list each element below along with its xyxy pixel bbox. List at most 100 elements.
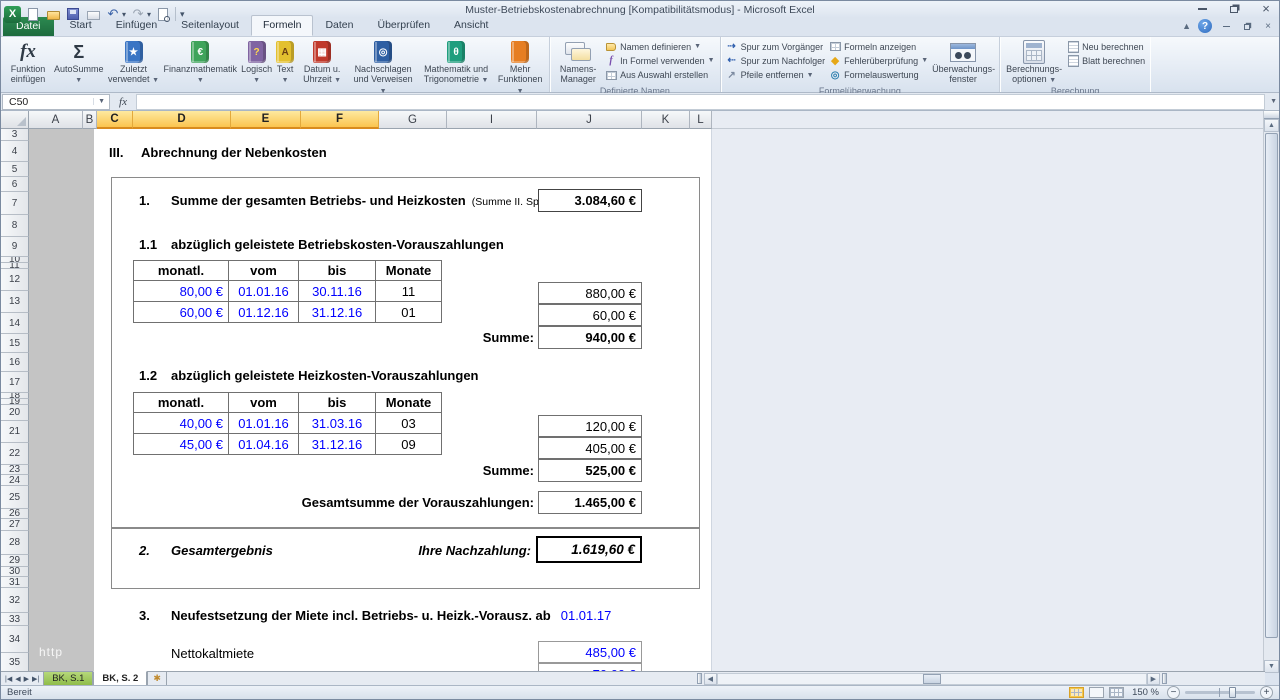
name-box-dropdown-arrow[interactable]: ▼ [93, 98, 109, 105]
lookup-reference-button[interactable]: ◎ Nachschlagen und Verweisen ▼ [348, 38, 418, 96]
tab-ueberpruefen[interactable]: Überprüfen [366, 15, 443, 36]
expand-formula-bar-icon[interactable]: ▼ [1270, 98, 1277, 105]
column-header-I[interactable]: I [447, 111, 537, 129]
horizontal-scrollbar[interactable]: ◀ ▶ [704, 672, 1160, 685]
row-header-6[interactable]: 6 [1, 177, 29, 192]
use-in-formula-button[interactable]: fIn Formel verwenden▼ [603, 54, 716, 67]
row-header-12[interactable]: 12 [1, 269, 29, 291]
row-header-22[interactable]: 22 [1, 443, 29, 465]
restore-button[interactable] [1225, 3, 1243, 14]
date-time-button[interactable]: ▦ Datum u. Uhrzeit ▼ [296, 38, 348, 96]
zoom-out-button[interactable]: − [1167, 686, 1180, 699]
row-header-15[interactable]: 15 [1, 334, 29, 353]
excel-logo-icon[interactable]: X [4, 6, 21, 23]
more-functions-button[interactable]: Mehr Funktionen ▼ [494, 38, 546, 96]
column-header-K[interactable]: K [642, 111, 690, 129]
trace-dependents-button[interactable]: ⇠Spur zum Nachfolger [724, 54, 828, 67]
workbook-close-icon[interactable]: × [1261, 21, 1275, 32]
undo-icon[interactable]: ↶ [105, 6, 121, 22]
row-header-14[interactable]: 14 [1, 313, 29, 334]
calculate-now-button[interactable]: Neu berechnen [1065, 40, 1147, 53]
row-header-31[interactable]: 31 [1, 577, 29, 588]
normal-view-button[interactable] [1069, 687, 1084, 698]
error-checking-button[interactable]: ◆Fehlerüberprüfung▼ [827, 54, 930, 67]
row-header-33[interactable]: 33 [1, 613, 29, 626]
row-header-21[interactable]: 21 [1, 421, 29, 443]
text-button[interactable]: A Text▼ [274, 38, 296, 96]
sheet-tab-bk-s2[interactable]: BK, S. 2 [93, 671, 147, 685]
minimize-button[interactable] [1193, 3, 1211, 14]
show-formulas-button[interactable]: Formeln anzeigen [827, 40, 930, 53]
workbook-minimize-icon[interactable] [1219, 21, 1233, 32]
new-rent-date[interactable]: 01.01.17 [561, 608, 612, 623]
row-header-32[interactable]: 32 [1, 588, 29, 613]
open-folder-icon[interactable] [45, 6, 61, 22]
row-header-28[interactable]: 28 [1, 531, 29, 555]
previous-sheet-button[interactable]: ◀ [15, 675, 20, 683]
column-header-C[interactable]: C [97, 111, 133, 129]
save-icon[interactable] [65, 6, 81, 22]
insert-function-fx-button[interactable]: fx [110, 96, 136, 108]
vertical-scrollbar[interactable]: ▲ ▼ [1263, 111, 1279, 673]
math-trig-button[interactable]: θ Mathematik und Trigonometrie ▼ [418, 38, 494, 96]
sheet-canvas[interactable]: http III. Abrechnung der Nebenkosten 1. … [29, 129, 1265, 673]
sheet-tab-bk-s1[interactable]: BK, S.1 [43, 672, 93, 685]
total-prepayments-value[interactable]: 1.465,00 € [538, 491, 642, 514]
evaluate-formula-button[interactable]: ◎Formelauswertung [827, 69, 930, 82]
column-header-B[interactable]: B [83, 111, 97, 129]
zoom-slider[interactable] [1185, 691, 1255, 694]
name-box[interactable]: C50 ▼ [2, 94, 110, 110]
redo-icon[interactable]: ↷ [130, 6, 146, 22]
row-header-35[interactable]: 35 [1, 653, 29, 672]
insert-function-button[interactable]: fx Funktion einfügen [4, 38, 52, 96]
row-header-8[interactable]: 8 [1, 215, 29, 237]
amount-cell[interactable]: 405,00 € [538, 437, 642, 459]
amount-cell[interactable]: 120,00 € [538, 415, 642, 437]
result-value[interactable]: 1.619,60 € [536, 536, 642, 563]
column-header-D[interactable]: D [133, 111, 231, 129]
print-preview-icon[interactable] [155, 6, 171, 22]
scroll-up-arrow[interactable]: ▲ [1264, 119, 1279, 132]
scrollbar-splitter[interactable] [1162, 673, 1167, 684]
row-header-4[interactable]: 4 [1, 141, 29, 162]
column-header-J[interactable]: J [537, 111, 642, 129]
workbook-restore-icon[interactable] [1240, 21, 1254, 32]
row-header-9[interactable]: 9 [1, 237, 29, 257]
name-manager-button[interactable]: Namens-Manager [553, 38, 603, 85]
close-button[interactable]: × [1257, 3, 1275, 14]
autosum-button[interactable]: Σ AutoSumme▼ [52, 38, 106, 96]
financial-button[interactable]: € Finanzmathematik▼ [162, 38, 240, 96]
column-header-A[interactable]: A [29, 111, 83, 129]
scroll-down-arrow[interactable]: ▼ [1264, 660, 1279, 673]
mail-icon[interactable] [85, 6, 101, 22]
rent-value[interactable]: 485,00 € [538, 641, 642, 663]
amount-cell[interactable]: 60,00 € [538, 304, 642, 326]
row-header-30[interactable]: 30 [1, 567, 29, 577]
vertical-scroll-thumb[interactable] [1265, 133, 1278, 638]
horizontal-scroll-thumb[interactable] [923, 674, 941, 684]
row-header-3[interactable]: 3 [1, 129, 29, 141]
formula-input[interactable] [136, 94, 1265, 110]
last-sheet-button[interactable]: ▶| [32, 675, 39, 683]
recently-used-button[interactable]: ★ Zuletzt verwendet ▼ [106, 38, 162, 96]
new-document-icon[interactable] [25, 6, 41, 22]
trace-precedents-button[interactable]: ⇢Spur zum Vorgänger [724, 40, 828, 53]
column-header-E[interactable]: E [231, 111, 301, 129]
row-header-20[interactable]: 20 [1, 405, 29, 421]
column-header-F[interactable]: F [301, 111, 379, 129]
logical-button[interactable]: ? Logisch▼ [239, 38, 274, 96]
row-header-25[interactable]: 25 [1, 486, 29, 509]
create-from-selection-button[interactable]: Aus Auswahl erstellen [603, 69, 716, 82]
scroll-left-arrow[interactable]: ◀ [704, 673, 717, 685]
betriebskosten-sum[interactable]: 940,00 € [538, 326, 642, 349]
page-break-view-button[interactable] [1109, 687, 1124, 698]
collapse-ribbon-icon[interactable]: ▲ [1182, 21, 1191, 31]
first-sheet-button[interactable]: |◀ [5, 675, 12, 683]
row-header-27[interactable]: 27 [1, 519, 29, 531]
amount-cell[interactable]: 880,00 € [538, 282, 642, 304]
row-header-23[interactable]: 23 [1, 465, 29, 475]
select-all-corner[interactable] [1, 111, 29, 129]
column-header-G[interactable]: G [379, 111, 447, 129]
page-layout-view-button[interactable] [1089, 687, 1104, 698]
help-icon[interactable]: ? [1198, 19, 1212, 33]
